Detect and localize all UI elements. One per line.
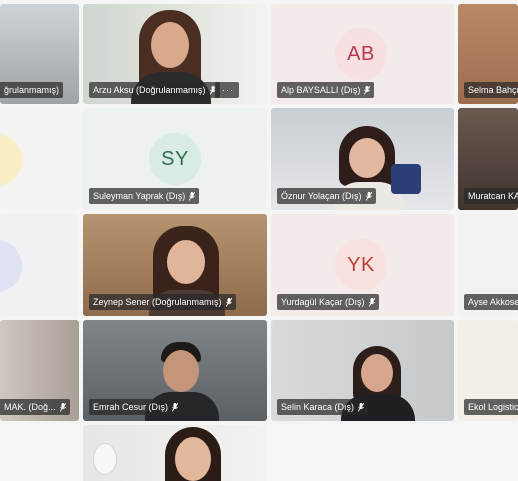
participant-tile[interactable]: Muratcan KA [458,108,518,210]
participant-avatar: SY [149,133,201,185]
participant-name-label: Emrah Cesur (Dış) [89,399,183,415]
participant-name: Suleyman Yaprak (Dış) [93,191,186,201]
participant-tile[interactable]: Ayse Akkose [458,214,518,316]
participant-tile[interactable]: Öznur Yolaçan (Dış) [271,108,454,210]
participant-tile[interactable]: Ekol Logistic [458,320,518,421]
participant-tile[interactable]: Emrah Cesur (Dış) [83,320,267,421]
participant-name-label: Zeynep Sener (Doğrulanmamış) [89,294,236,310]
participant-avatar [0,134,22,186]
participant-tile[interactable]: MAK. (Doğ... [0,320,79,421]
participant-name-label: Ayse Akkose [464,294,518,310]
microphone-off-icon [368,297,375,307]
participant-tile[interactable]: Selin Karaca (Dış) [271,320,454,421]
participant-tile[interactable]: ğrulanmamış) [0,4,79,104]
participant-tile[interactable]: AB Alp BAYSALLI (Dış) [271,4,454,104]
microphone-off-icon [365,191,372,201]
participant-name: Muratcan KA [468,191,518,201]
more-options-icon: ··· [222,85,234,95]
participant-name: Ayse Akkose [468,297,518,307]
participant-name: Ekol Logistic [468,402,518,412]
participant-tile[interactable] [83,425,267,481]
participant-name-label: Yurdagül Kaçar (Dış) [277,294,379,310]
participant-name-label: Selma Bahçıv [464,82,518,98]
avatar-initials: YK [347,253,375,276]
participant-tile[interactable]: Selma Bahçıv [458,4,518,104]
microphone-off-icon [364,85,371,95]
participant-name-label: MAK. (Doğ... [0,399,70,415]
participant-name: Zeynep Sener (Doğrulanmamış) [93,297,222,307]
microphone-off-icon [358,402,365,412]
participant-name: Emrah Cesur (Dış) [93,402,169,412]
participant-name-label: Alp BAYSALLI (Dış) [277,82,375,98]
participant-name-label: Ekol Logistic [464,399,518,415]
participant-name-label: ğrulanmamış) [0,82,64,98]
participant-name-label: Öznur Yolaçan (Dış) [277,188,376,204]
more-options-button[interactable]: ··· [215,82,239,98]
avatar-initials: AB [347,42,375,65]
microphone-off-icon [172,402,179,412]
participant-tile[interactable]: Zeynep Sener (Doğrulanmamış) [83,214,267,316]
participant-name-label: Selin Karaca (Dış) [277,399,369,415]
participant-avatar: AB [335,28,387,80]
participant-name-label: Suleyman Yaprak (Dış) [89,188,200,204]
participant-name-label: Arzu Aksu (Doğrulanmamış) [89,82,220,98]
microphone-off-icon [59,402,66,412]
participant-name: ğrulanmamış) [4,85,60,95]
avatar-initials: SY [161,147,189,170]
participant-name: Selma Bahçıv [468,85,518,95]
participant-tile[interactable]: SY Suleyman Yaprak (Dış) [83,108,267,210]
participant-name: Yurdagül Kaçar (Dış) [281,297,365,307]
participant-tile[interactable]: YK Yurdagül Kaçar (Dış) [271,214,454,316]
microphone-off-icon [225,297,232,307]
participant-name: MAK. (Doğ... [4,402,56,412]
participant-video [161,427,225,481]
microphone-off-icon [189,191,196,201]
participant-name: Öznur Yolaçan (Dış) [281,191,362,201]
participant-name: Alp BAYSALLI (Dış) [281,85,361,95]
participant-name-label: Muratcan KA [464,188,518,204]
participant-avatar: YK [335,239,387,291]
participant-name: Selin Karaca (Dış) [281,402,355,412]
participant-tile[interactable] [0,214,79,316]
participant-tile[interactable] [0,108,79,210]
participant-tile[interactable]: Arzu Aksu (Doğrulanmamış) ··· [83,4,267,104]
participant-name: Arzu Aksu (Doğrulanmamış) [93,85,206,95]
participant-avatar [0,240,22,292]
